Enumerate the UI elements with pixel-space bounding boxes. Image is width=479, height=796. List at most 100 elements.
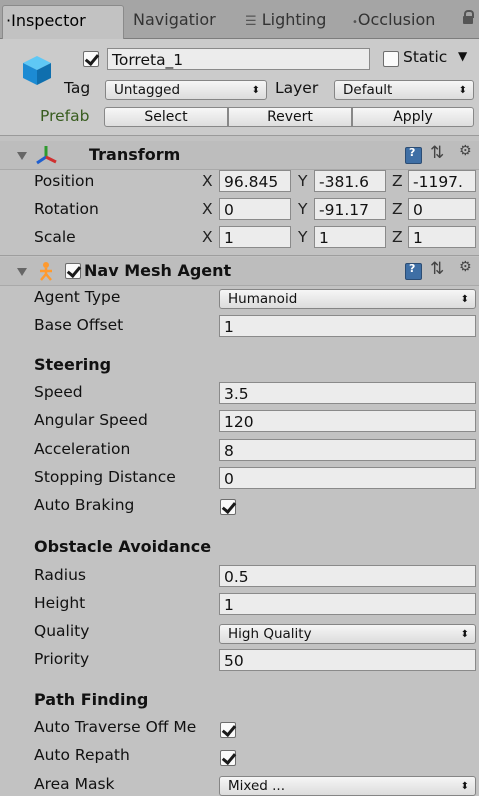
agent-type-value: Humanoid [228, 291, 298, 307]
acceleration-field[interactable]: 8 [219, 439, 476, 461]
angular-speed-label: Angular Speed [34, 411, 148, 429]
prefab-label: Prefab [40, 107, 90, 125]
gameobject-cube-icon [23, 56, 51, 85]
prefab-apply-button[interactable]: Apply [352, 107, 474, 127]
radius-field[interactable]: 0.5 [219, 565, 476, 587]
nav-mesh-agent-header[interactable]: Nav Mesh Agent ⇅ ⚙ [0, 257, 479, 286]
help-book-icon[interactable] [405, 262, 422, 280]
updown-arrow-icon: ⬍ [460, 294, 469, 305]
tab-occlusion[interactable]: •Occlusion [352, 5, 435, 38]
axis-x-label[interactable]: X [202, 172, 213, 190]
rotation-x-field[interactable]: 0 [219, 198, 291, 220]
tag-label: Tag [64, 79, 91, 97]
tab-menu-dot: · [6, 11, 12, 30]
divider [0, 255, 479, 256]
object-header: Torreta_1 Static ▼ Tag Untagged ⬍ Layer D… [0, 39, 479, 136]
auto-repath-checkbox[interactable] [220, 750, 236, 766]
preset-settings-icon[interactable]: ⇅ [430, 259, 444, 279]
axis-z-label[interactable]: Z [392, 200, 403, 218]
axis-x-label[interactable]: X [202, 200, 213, 218]
stopping-distance-field[interactable]: 0 [219, 467, 476, 489]
scale-z-field[interactable]: 1 [408, 226, 476, 248]
preset-settings-icon[interactable]: ⇅ [430, 143, 444, 163]
speed-field[interactable]: 3.5 [219, 382, 476, 404]
updown-arrow-icon: ⬍ [460, 629, 469, 640]
nav-mesh-agent-icon [40, 262, 52, 281]
transform-axis-icon [36, 146, 57, 165]
quality-value: High Quality [228, 626, 312, 642]
layer-label: Layer [275, 79, 319, 97]
active-checkbox[interactable] [83, 51, 99, 67]
priority-field[interactable]: 50 [219, 649, 476, 671]
auto-repath-label: Auto Repath [34, 746, 130, 764]
quality-dropdown[interactable]: High Quality ⬍ [219, 624, 476, 644]
updown-arrow-icon: ⬍ [460, 781, 469, 792]
obstacle-avoidance-section-title: Obstacle Avoidance [34, 537, 212, 556]
foldout-arrow-icon[interactable] [17, 152, 27, 160]
height-label: Height [34, 594, 86, 612]
area-mask-dropdown[interactable]: Mixed ... ⬍ [219, 776, 476, 796]
height-field[interactable]: 1 [219, 593, 476, 615]
tag-value: Untagged [114, 82, 181, 98]
rotation-y-field[interactable]: -91.17 [314, 198, 386, 220]
radius-label: Radius [34, 566, 86, 584]
auto-braking-label: Auto Braking [34, 496, 135, 514]
agent-type-dropdown[interactable]: Humanoid ⬍ [219, 289, 476, 309]
axis-y-label[interactable]: Y [298, 172, 307, 190]
area-mask-label: Area Mask [34, 775, 115, 793]
axis-z-label[interactable]: Z [392, 228, 403, 246]
speed-label: Speed [34, 383, 83, 401]
stopping-distance-label: Stopping Distance [34, 468, 176, 486]
foldout-arrow-icon[interactable] [17, 268, 27, 276]
steering-section-title: Steering [34, 355, 112, 374]
gear-icon[interactable]: ⚙ [459, 259, 472, 275]
position-x-field[interactable]: 96.845 [219, 170, 291, 192]
angular-speed-field[interactable]: 120 [219, 410, 476, 432]
axis-y-label[interactable]: Y [298, 228, 307, 246]
layer-dropdown[interactable]: Default ⬍ [334, 80, 474, 100]
base-offset-field[interactable]: 1 [219, 315, 476, 337]
area-mask-value: Mixed ... [228, 778, 286, 794]
nav-mesh-agent-enabled-checkbox[interactable] [65, 263, 81, 279]
transform-header[interactable]: Transform ⇅ ⚙ [0, 141, 479, 170]
lighting-icon: ☰ [245, 14, 257, 29]
prefab-revert-button[interactable]: Revert [228, 107, 352, 127]
position-label: Position [34, 172, 95, 190]
scale-label: Scale [34, 228, 76, 246]
auto-traverse-checkbox[interactable] [220, 722, 236, 738]
axis-y-label[interactable]: Y [298, 200, 307, 218]
auto-braking-checkbox[interactable] [220, 499, 236, 515]
transform-title: Transform [89, 145, 181, 164]
rotation-label: Rotation [34, 200, 99, 218]
gear-icon[interactable]: ⚙ [459, 143, 472, 159]
tab-inspector-label: Inspector [11, 11, 86, 30]
static-checkbox[interactable] [383, 51, 399, 67]
layer-value: Default [343, 82, 393, 98]
nav-mesh-agent-title: Nav Mesh Agent [84, 261, 232, 280]
axis-z-label[interactable]: Z [392, 172, 403, 190]
prefab-select-button[interactable]: Select [104, 107, 228, 127]
tab-navigation[interactable]: Navigatior [133, 5, 216, 38]
path-finding-section-title: Path Finding [34, 690, 149, 709]
scale-x-field[interactable]: 1 [219, 226, 291, 248]
axis-x-label[interactable]: X [202, 228, 213, 246]
tab-navigation-label: Navigatior [133, 10, 216, 29]
agent-type-label: Agent Type [34, 288, 121, 306]
updown-arrow-icon: ⬍ [251, 85, 260, 96]
tab-inspector[interactable]: ·Inspector [2, 5, 124, 40]
rotation-z-field[interactable]: 0 [408, 198, 476, 220]
scale-y-field[interactable]: 1 [314, 226, 386, 248]
help-book-icon[interactable] [405, 146, 422, 164]
static-label: Static [403, 48, 448, 66]
base-offset-label: Base Offset [34, 316, 124, 334]
object-name-field[interactable]: Torreta_1 [107, 48, 370, 70]
tab-lighting[interactable]: ☰ Lighting [245, 5, 326, 38]
tag-dropdown[interactable]: Untagged ⬍ [105, 80, 267, 100]
position-y-field[interactable]: -381.6 [314, 170, 386, 192]
position-z-field[interactable]: -1197. [408, 170, 476, 192]
lock-icon[interactable] [463, 10, 474, 24]
updown-arrow-icon: ⬍ [458, 85, 467, 96]
static-dropdown-icon[interactable]: ▼ [458, 49, 467, 63]
acceleration-label: Acceleration [34, 440, 131, 458]
quality-label: Quality [34, 622, 90, 640]
